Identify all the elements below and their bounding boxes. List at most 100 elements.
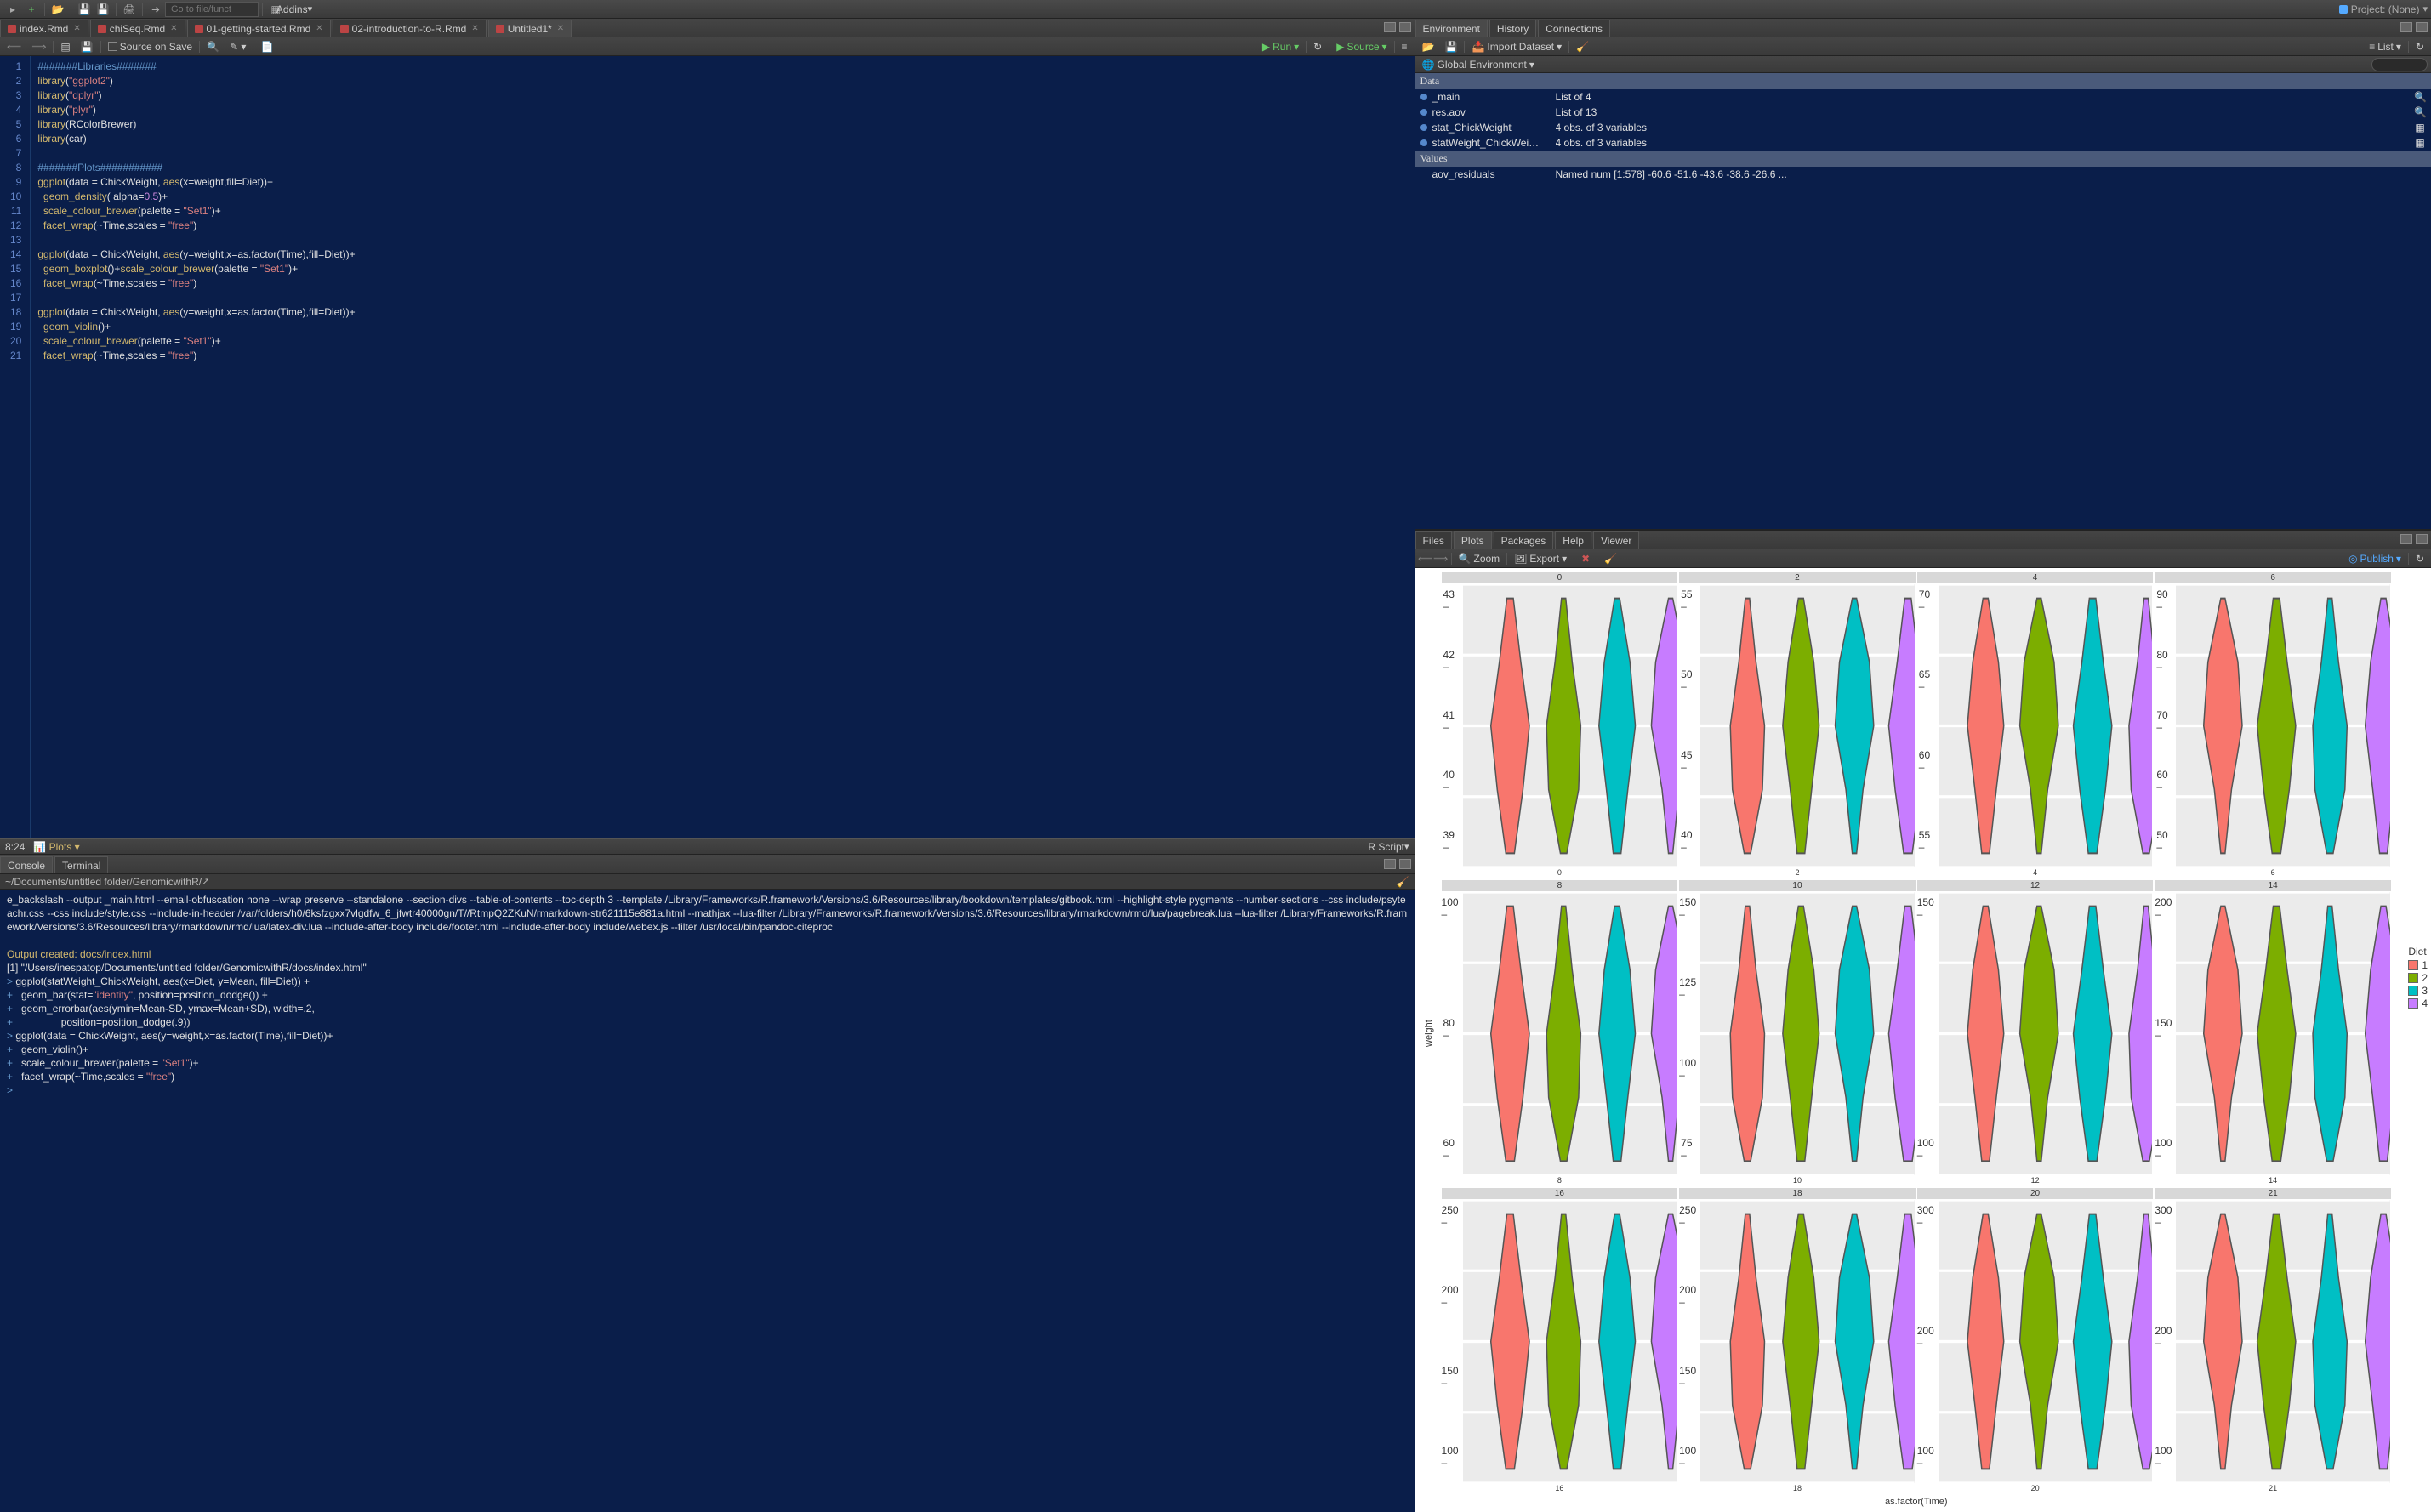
save-icon[interactable]: 💾 — [77, 2, 92, 17]
pane-controls[interactable] — [1381, 19, 1415, 37]
view-table-icon[interactable]: ▦ — [2414, 137, 2426, 149]
plots-tabstrip: Files Plots PackagesHelpViewer — [1415, 531, 2431, 549]
save-env-icon[interactable]: 💾 — [1442, 41, 1461, 53]
env-row[interactable]: statWeight_ChickWei…4 obs. of 3 variable… — [1415, 135, 2431, 151]
legend-label: 3 — [2422, 985, 2428, 997]
tab-label: Plots — [1461, 535, 1484, 547]
tab-viewer[interactable]: Viewer — [1593, 531, 1639, 549]
plot-next-icon[interactable]: ⟹ — [1434, 553, 1448, 565]
new-file-icon[interactable]: ▸ — [5, 2, 20, 17]
tab-plots[interactable]: Plots — [1454, 531, 1492, 549]
tab-terminal[interactable]: Terminal — [54, 856, 108, 873]
refresh-plot-icon[interactable]: ↻ — [2412, 553, 2428, 565]
remove-plot-icon[interactable]: ✖ — [1578, 553, 1593, 565]
outline-icon[interactable]: ≡ — [1398, 41, 1411, 53]
close-icon[interactable]: ✕ — [471, 24, 478, 33]
env-row[interactable]: aov_residualsNamed num [1:578] -60.6 -51… — [1415, 167, 2431, 182]
clear-env-icon[interactable]: 🧹 — [1573, 41, 1592, 53]
env-row[interactable]: res.aovList of 13🔍 — [1415, 105, 2431, 120]
save-all-icon[interactable]: 💾 — [95, 2, 111, 17]
facet-xaxis: 0 — [1442, 868, 1678, 878]
zoom-button[interactable]: 🔍 Zoom — [1455, 553, 1504, 565]
expand-icon[interactable] — [1420, 124, 1427, 131]
forward-icon[interactable]: ⟹ — [28, 41, 49, 53]
facet-strip: 6 — [2155, 572, 2391, 583]
tab-untitled1-[interactable]: Untitled1* ✕ — [488, 20, 572, 37]
tab-chiseq-rmd[interactable]: chiSeq.Rmd ✕ — [90, 20, 185, 37]
show-in-pane-icon[interactable]: ▤ — [57, 41, 73, 53]
env-row[interactable]: _mainList of 4🔍 — [1415, 89, 2431, 105]
plot-prev-icon[interactable]: ⟸ — [1419, 553, 1432, 565]
open-file-icon[interactable]: 📂 — [50, 2, 65, 17]
env-search-input[interactable] — [2371, 58, 2428, 71]
tab-label: Untitled1* — [508, 23, 552, 35]
section-indicator[interactable]: 📊 Plots ▾ — [33, 841, 79, 853]
new-project-icon[interactable]: + — [24, 2, 39, 17]
file-type[interactable]: R Script — [1368, 841, 1404, 853]
clear-plots-icon[interactable]: 🧹 — [1601, 553, 1620, 565]
tab-label: Console — [8, 860, 45, 872]
expand-icon[interactable] — [1420, 139, 1427, 146]
env-section-data: Data — [1415, 73, 2431, 89]
console-tabstrip: Console Terminal — [0, 855, 1415, 874]
expand-icon[interactable] — [1420, 109, 1427, 116]
back-icon[interactable]: ⟸ — [3, 41, 25, 53]
legend-label: 1 — [2422, 959, 2428, 971]
expand-icon[interactable] — [1420, 94, 1427, 100]
tab-label: chiSeq.Rmd — [110, 23, 165, 35]
tab-console[interactable]: Console — [0, 856, 53, 873]
facet-strip: 8 — [1442, 880, 1678, 891]
pane-controls[interactable] — [2397, 19, 2431, 37]
source-on-save-checkbox[interactable]: Source on Save — [105, 41, 196, 53]
close-icon[interactable]: ✕ — [170, 24, 177, 33]
console-output[interactable]: e_backslash --output _main.html --email-… — [0, 890, 1415, 1512]
facet-yaxis: 300 –200 –100 – — [2155, 1199, 2173, 1474]
refresh-icon[interactable]: ↻ — [2412, 41, 2428, 53]
view-table-icon[interactable]: ▦ — [2414, 122, 2426, 134]
scope-selector[interactable]: 🌐 Global Environment ▾ — [1419, 59, 1538, 71]
tab-02-introduction-to-r-rmd[interactable]: 02-introduction-to-R.Rmd✕ — [333, 20, 487, 37]
goto-file-input[interactable] — [165, 2, 259, 17]
load-icon[interactable]: 📂 — [1419, 41, 1438, 53]
tab-connections[interactable]: Connections — [1538, 20, 1610, 37]
find-icon[interactable]: 🔍 — [203, 41, 223, 53]
wand-icon[interactable]: ✎ ▾ — [226, 41, 249, 53]
rerun-icon[interactable]: ↻ — [1310, 41, 1325, 53]
legend-item: 1 — [2408, 959, 2428, 971]
tab-files[interactable]: Files — [1415, 531, 1452, 549]
tab-environment[interactable]: Environment — [1415, 20, 1488, 37]
pane-controls[interactable] — [1381, 855, 1415, 873]
facet-strip: 18 — [1679, 1188, 1916, 1199]
export-button[interactable]: 🖼 Export ▾ — [1511, 553, 1570, 565]
source-editor[interactable]: 123456789101112131415161718192021 ######… — [0, 56, 1415, 838]
import-dataset-button[interactable]: 📥 Import Dataset ▾ — [1468, 41, 1565, 53]
save-icon[interactable]: 💾 — [77, 41, 97, 53]
tab-history[interactable]: History — [1489, 20, 1536, 37]
tab-packages[interactable]: Packages — [1494, 531, 1554, 549]
close-icon[interactable]: ✕ — [316, 24, 322, 33]
close-icon[interactable]: ✕ — [73, 24, 80, 33]
print-icon[interactable]: 🖨 — [122, 2, 137, 17]
tab-help[interactable]: Help — [1555, 531, 1591, 549]
publish-button[interactable]: ◎ Publish ▾ — [2345, 553, 2405, 565]
facet-panel — [2175, 891, 2391, 1176]
plot-legend: Diet 1234 — [2408, 946, 2428, 1010]
env-row[interactable]: stat_ChickWeight4 obs. of 3 variables▦ — [1415, 120, 2431, 135]
source-button[interactable]: ▶ Source ▾ — [1333, 41, 1390, 53]
facet-xaxis: 4 — [1917, 868, 2154, 878]
list-grid-toggle[interactable]: ≡ List ▾ — [2366, 41, 2405, 53]
addins-menu[interactable]: Addins ▾ — [287, 2, 302, 17]
run-button[interactable]: ▶ Run ▾ — [1259, 41, 1302, 53]
inspect-icon[interactable]: 🔍 — [2414, 91, 2426, 103]
goto-arrow-icon[interactable]: ➜ — [148, 2, 163, 17]
tab-index-rmd[interactable]: index.Rmd✕ — [0, 20, 88, 37]
project-menu[interactable]: Project: (None) ▾ — [2339, 3, 2428, 15]
inspect-icon[interactable]: 🔍 — [2414, 106, 2426, 118]
facet-14: 14200 –150 –100 –14 — [2154, 879, 2392, 1187]
facet-2: 255 –50 –45 –40 –2 — [1678, 571, 1916, 879]
pane-controls[interactable] — [2397, 531, 2431, 549]
facet-yaxis: 300 –200 –100 – — [1917, 1199, 1936, 1474]
close-icon[interactable]: ✕ — [557, 24, 564, 33]
compile-icon[interactable]: 📄 — [257, 41, 276, 53]
tab-01-getting-started-rmd[interactable]: 01-getting-started.Rmd✕ — [187, 20, 331, 37]
